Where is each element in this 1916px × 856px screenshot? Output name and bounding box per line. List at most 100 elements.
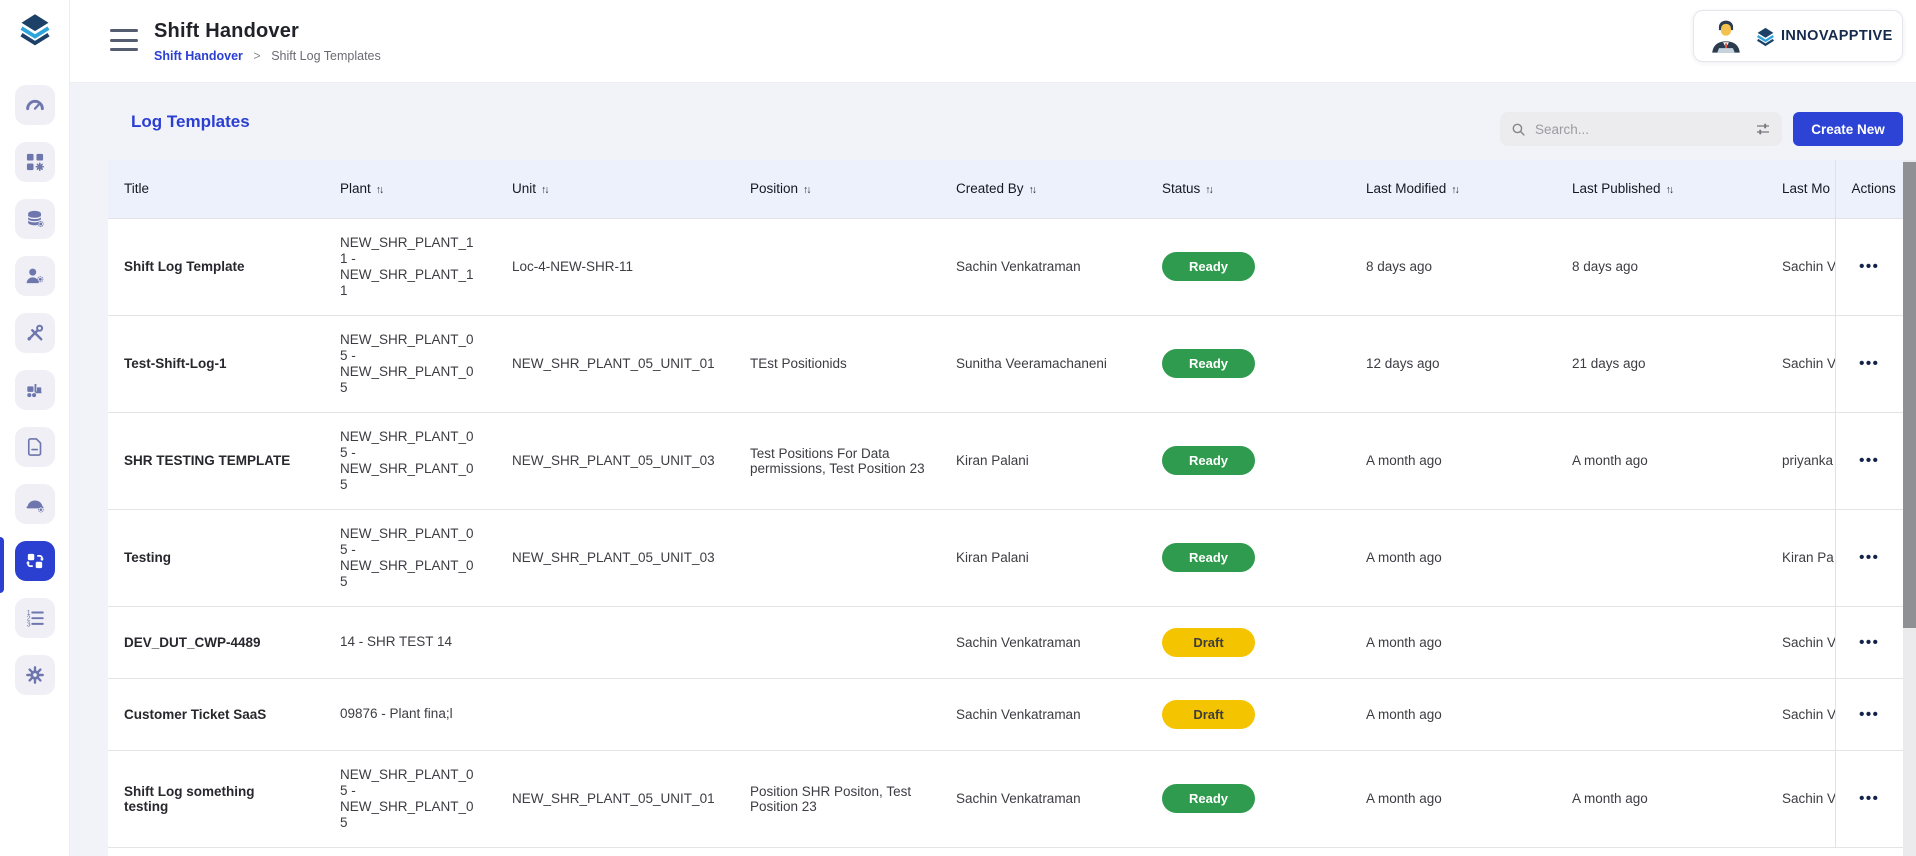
sidebar: 1 2 3: [0, 0, 70, 856]
layers-logo-icon: [17, 11, 53, 47]
sidebar-item-equipment[interactable]: [15, 370, 55, 410]
sort-icon: ↑↓: [376, 184, 383, 196]
status-badge: Draft: [1162, 700, 1255, 729]
row-actions-button[interactable]: •••: [1859, 790, 1879, 807]
menu-toggle-button[interactable]: [110, 29, 138, 51]
cell-last_modified_by: Sachin V: [1766, 678, 1835, 750]
column-header-unit[interactable]: Unit↑↓: [496, 160, 734, 218]
cell-last_modified_by: Sachin V: [1766, 750, 1835, 847]
cell-plant: NEW_SHR_PLANT_0 5 - NEW_SHR_PLANT_0 5: [324, 509, 496, 606]
cell-actions: •••: [1835, 509, 1903, 606]
sidebar-item-modules[interactable]: [15, 142, 55, 182]
cell-status: Draft: [1146, 678, 1350, 750]
cell-position: Position SHR Positon, Test Position 23: [734, 750, 940, 847]
sidebar-item-settings[interactable]: [15, 655, 55, 695]
status-badge: Ready: [1162, 252, 1255, 281]
row-actions-button[interactable]: •••: [1859, 634, 1879, 651]
sidebar-item-shift-handover[interactable]: [15, 541, 55, 581]
sidebar-item-user-management[interactable]: [15, 256, 55, 296]
numbered-list-icon: 1 2 3: [24, 607, 46, 629]
avatar-illustration: [1706, 16, 1746, 56]
column-header-status[interactable]: Status↑↓: [1146, 160, 1350, 218]
status-badge: Ready: [1162, 349, 1255, 378]
tools-icon: [24, 322, 46, 344]
cell-last_modified_by: Sachin V: [1766, 606, 1835, 678]
column-header-last_published[interactable]: Last Published↑↓: [1556, 160, 1766, 218]
row-actions-button[interactable]: •••: [1859, 549, 1879, 566]
section-heading: Log Templates: [131, 112, 250, 132]
innovapptive-logo-icon: [1755, 26, 1776, 47]
active-nav-indicator: [0, 537, 4, 593]
sidebar-item-tools[interactable]: [15, 313, 55, 353]
cell-last_modified: 12 days ago: [1350, 315, 1556, 412]
cell-last_modified: A month ago: [1350, 606, 1556, 678]
log-templates-table: TitlePlant↑↓Unit↑↓Position↑↓Created By↑↓…: [108, 160, 1903, 856]
more-options-icon: •••: [1859, 258, 1879, 275]
column-header-created_by[interactable]: Created By↑↓: [940, 160, 1146, 218]
column-header-title: Title: [108, 160, 324, 218]
table-row-partial: [108, 847, 1903, 856]
cell-plant: NEW_SHR_PLANT_1 1 - NEW_SHR_PLANT_1 1: [324, 218, 496, 315]
cell-position: [734, 678, 940, 750]
sidebar-item-documents[interactable]: [15, 427, 55, 467]
cell-last_published: [1556, 606, 1766, 678]
row-actions-button[interactable]: •••: [1859, 258, 1879, 275]
column-header-position[interactable]: Position↑↓: [734, 160, 940, 218]
cell-last_modified: 8 days ago: [1350, 218, 1556, 315]
cell-actions: •••: [1835, 218, 1903, 315]
user-avatar[interactable]: [1706, 16, 1746, 56]
database-gear-icon: [24, 208, 46, 230]
column-header-plant[interactable]: Plant↑↓: [324, 160, 496, 218]
column-header-last_modified_by: Last Mo: [1766, 160, 1835, 218]
cell-last_modified_by: priyanka: [1766, 412, 1835, 509]
create-new-button[interactable]: Create New: [1793, 112, 1903, 146]
cell-plant: 09876 - Plant fina;l: [324, 678, 496, 750]
forklift-icon: [24, 379, 46, 401]
search-icon: [1510, 121, 1527, 138]
cell-actions: •••: [1835, 750, 1903, 847]
more-options-icon: •••: [1859, 355, 1879, 372]
cell-title: Shift Log something testing: [108, 750, 324, 847]
cell-created_by: Sunitha Veeramachaneni: [940, 315, 1146, 412]
table-row: Shift Log TemplateNEW_SHR_PLANT_1 1 - NE…: [108, 218, 1903, 315]
cell-unit: [496, 678, 734, 750]
cell-status: Ready: [1146, 315, 1350, 412]
cell-unit: Loc-4-NEW-SHR-11: [496, 218, 734, 315]
cell-title: DEV_DUT_CWP-4489: [108, 606, 324, 678]
scrollbar-thumb[interactable]: [1903, 162, 1916, 628]
cell-created_by: Kiran Palani: [940, 412, 1146, 509]
table-row: Shift Log something testingNEW_SHR_PLANT…: [108, 750, 1903, 847]
column-header-last_modified[interactable]: Last Modified ↑↓: [1350, 160, 1556, 218]
sidebar-item-dashboard[interactable]: [15, 85, 55, 125]
cell-last_published: 8 days ago: [1556, 218, 1766, 315]
cell-status: Ready: [1146, 218, 1350, 315]
cell-actions: •••: [1835, 412, 1903, 509]
status-badge: Ready: [1162, 446, 1255, 475]
more-options-icon: •••: [1859, 790, 1879, 807]
breadcrumb-link-shift-handover[interactable]: Shift Handover: [154, 49, 243, 63]
row-actions-button[interactable]: •••: [1859, 452, 1879, 469]
row-actions-button[interactable]: •••: [1859, 355, 1879, 372]
cell-position: TEst Positionids: [734, 315, 940, 412]
sort-icon: ↑↓: [1451, 184, 1458, 196]
sidebar-item-master-data[interactable]: [15, 199, 55, 239]
cell-actions: •••: [1835, 315, 1903, 412]
cell-title: SHR TESTING TEMPLATE: [108, 412, 324, 509]
column-label: Actions: [1852, 181, 1896, 196]
cell-last_modified: A month ago: [1350, 509, 1556, 606]
cell-created_by: Kiran Palani: [940, 509, 1146, 606]
search-input[interactable]: [1535, 122, 1746, 137]
table-row: Test-Shift-Log-1NEW_SHR_PLANT_0 5 - NEW_…: [108, 315, 1903, 412]
column-label: Last Modified: [1366, 181, 1446, 196]
column-label: Created By: [956, 181, 1024, 196]
sidebar-item-checklist[interactable]: 1 2 3: [15, 598, 55, 638]
vertical-scrollbar[interactable]: [1903, 160, 1916, 856]
sidebar-item-operator[interactable]: [15, 484, 55, 524]
filter-button[interactable]: [1754, 120, 1772, 138]
cell-position: Test Positions For Data permissions, Tes…: [734, 412, 940, 509]
row-actions-button[interactable]: •••: [1859, 706, 1879, 723]
cell-created_by: Sachin Venkatraman: [940, 606, 1146, 678]
cell-status: Ready: [1146, 509, 1350, 606]
breadcrumb-separator: >: [253, 49, 260, 63]
cell-title: Test-Shift-Log-1: [108, 315, 324, 412]
